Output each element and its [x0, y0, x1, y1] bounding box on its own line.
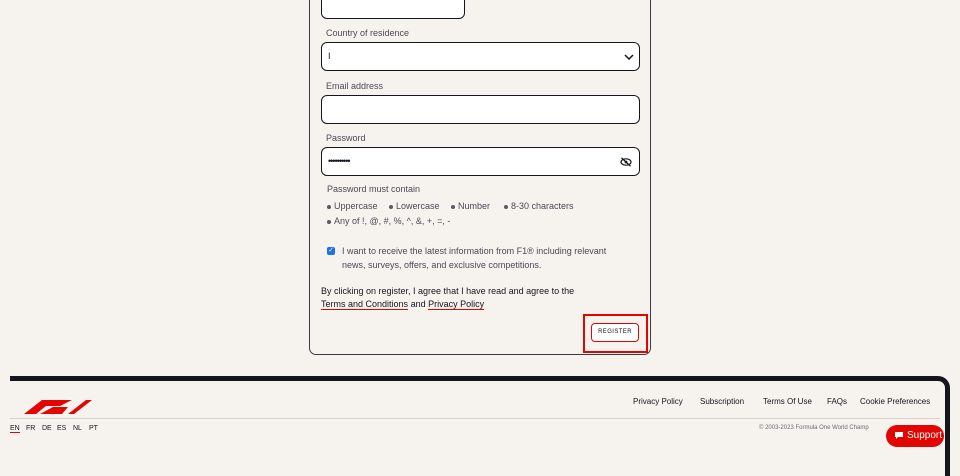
lang-nl[interactable]: NL	[73, 425, 82, 432]
rule-uppercase: Uppercase	[327, 201, 378, 211]
footer-divider	[10, 418, 940, 419]
f1-logo-icon	[24, 400, 92, 414]
footer-terms-link[interactable]: Terms Of Use	[763, 397, 812, 406]
lang-de[interactable]: DE	[42, 425, 52, 432]
country-label: Country of residence	[326, 28, 410, 38]
privacy-link[interactable]: Privacy Policy	[428, 299, 485, 310]
support-button[interactable]: Support	[886, 425, 944, 447]
terms-link[interactable]: Terms and Conditions	[321, 299, 409, 310]
password-input[interactable]: ••••••••••	[321, 147, 640, 176]
opt-in-line-2: news, surveys, offers, and exclusive com…	[342, 260, 542, 270]
bullet-icon	[327, 204, 331, 209]
opt-in-line-1: I want to receive the latest information…	[342, 246, 607, 256]
bullet-icon	[451, 204, 455, 209]
bullet-icon	[327, 219, 331, 224]
support-label: Support	[907, 430, 943, 441]
rule-special: Any of !, @, #, %, ^, &, +, =, -	[327, 216, 450, 226]
lang-fr[interactable]: FR	[26, 425, 35, 432]
country-value: I	[328, 51, 331, 61]
password-value: ••••••••••	[328, 156, 350, 166]
country-select[interactable]: I	[321, 42, 640, 71]
bullet-icon	[504, 204, 508, 209]
footer-subscription-link[interactable]: Subscription	[700, 397, 744, 406]
previous-field-input[interactable]	[321, 0, 465, 19]
consent-text: By clicking on register, I agree that I …	[321, 286, 575, 296]
chevron-down-icon	[624, 54, 634, 60]
copyright-text: © 2003-2023 Formula One World Champ	[759, 425, 869, 431]
footer-faqs-link[interactable]: FAQs	[827, 397, 847, 406]
footer-privacy-link[interactable]: Privacy Policy	[633, 397, 683, 406]
lang-pt[interactable]: PT	[89, 425, 98, 432]
bullet-icon	[389, 204, 393, 209]
lang-en[interactable]: EN	[10, 425, 20, 433]
password-label: Password	[326, 133, 366, 143]
register-button[interactable]: REGISTER	[591, 323, 639, 342]
rule-number: Number	[451, 201, 490, 211]
and-text: and	[410, 299, 426, 309]
eye-slash-icon[interactable]	[620, 157, 632, 167]
rule-length: 8-30 characters	[504, 201, 574, 211]
opt-in-checkbox[interactable]: ✓	[327, 247, 335, 255]
rule-lowercase: Lowercase	[389, 201, 440, 211]
password-rules-title: Password must contain	[327, 184, 421, 194]
email-input[interactable]	[321, 95, 640, 124]
footer-cookie-link[interactable]: Cookie Preferences	[860, 397, 930, 406]
email-label: Email address	[326, 81, 384, 91]
lang-es[interactable]: ES	[57, 425, 66, 432]
chat-bubble-icon	[895, 432, 903, 439]
consent-links: Terms and Conditions and Privacy Policy	[321, 299, 485, 310]
